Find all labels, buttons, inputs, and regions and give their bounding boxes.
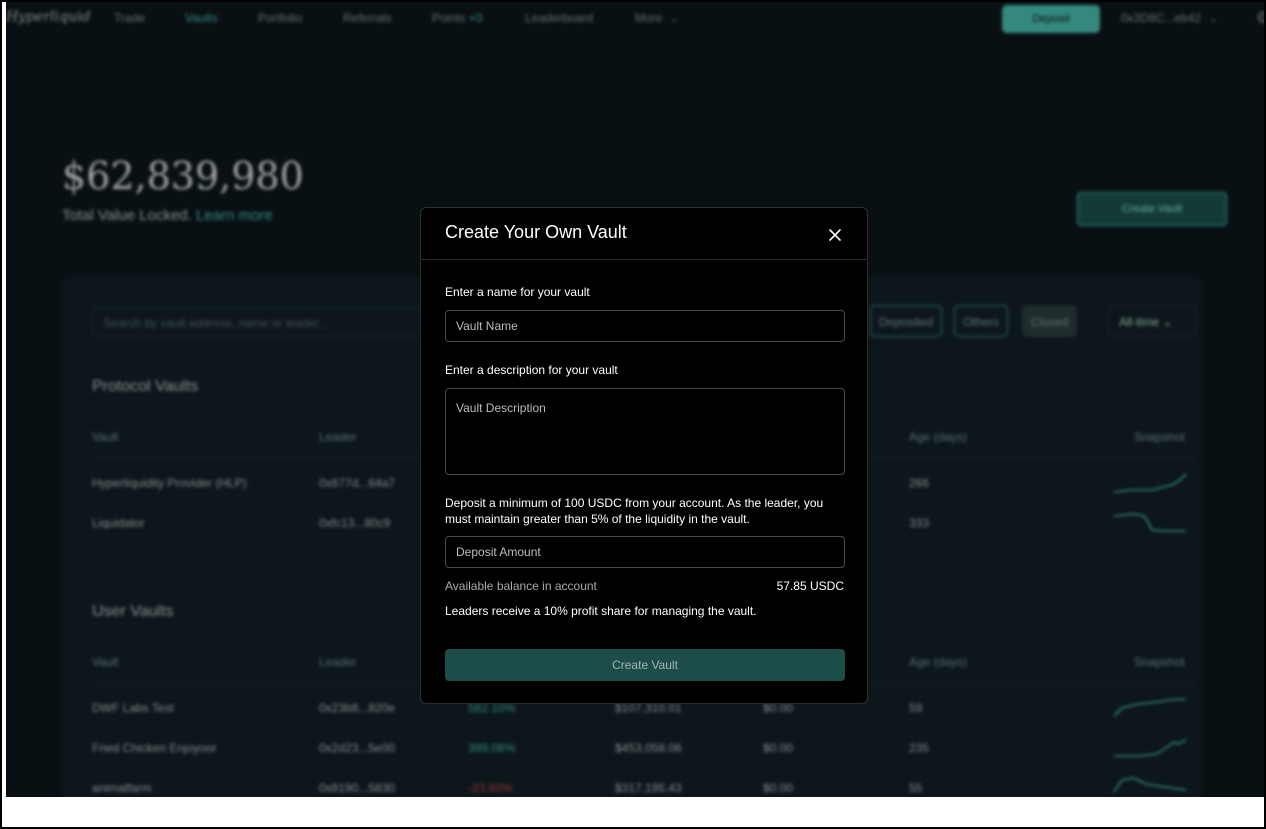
modal-divider [421, 259, 867, 260]
app-background: Hyperliquid Trade Vaults Portfolio Refer… [6, 2, 1264, 797]
available-balance-label: Available balance in account [445, 579, 597, 593]
screen-frame: Hyperliquid Trade Vaults Portfolio Refer… [0, 0, 1266, 829]
vault-name-label: Enter a name for your vault [445, 285, 590, 299]
vault-name-input[interactable] [445, 310, 845, 342]
close-icon[interactable] [824, 224, 846, 246]
modal-title: Create Your Own Vault [445, 222, 627, 242]
create-vault-modal: Create Your Own Vault Enter a name for y… [420, 207, 868, 704]
vault-description-label: Enter a description for your vault [445, 363, 618, 377]
create-vault-button[interactable]: Create Vault [445, 649, 845, 681]
available-balance-value: 57.85 USDC [776, 579, 844, 593]
vault-description-input[interactable] [445, 388, 845, 475]
profit-share-note: Leaders receive a 10% profit share for m… [445, 604, 757, 618]
deposit-note: Deposit a minimum of 100 USDC from your … [445, 496, 824, 526]
deposit-amount-input[interactable] [445, 536, 845, 568]
